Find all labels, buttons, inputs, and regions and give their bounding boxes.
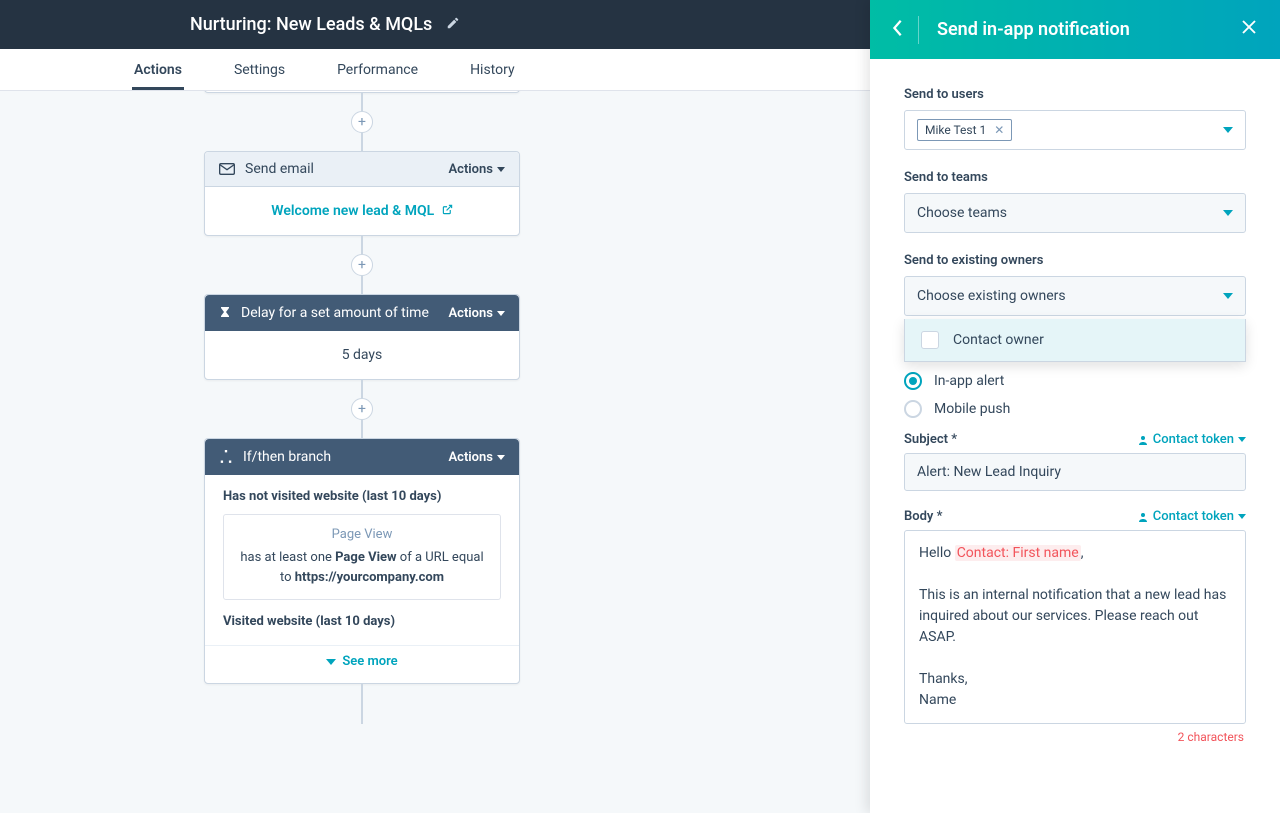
- owners-option-contact-owner[interactable]: Contact owner: [905, 319, 1245, 361]
- character-count: 2 characters: [904, 730, 1246, 744]
- card-branch-title: If/then branch: [243, 449, 331, 465]
- person-icon: [1137, 434, 1149, 446]
- add-step-button-3[interactable]: +: [351, 398, 373, 420]
- checkbox-icon[interactable]: [921, 331, 939, 349]
- caret-down-icon: [1223, 210, 1233, 216]
- subject-contact-token[interactable]: Contact token: [1137, 432, 1246, 447]
- branch-condition-2-title: Visited website (last 10 days): [223, 614, 501, 629]
- branch-condition-1-title: Has not visited website (last 10 days): [223, 489, 501, 504]
- card-delay-actions[interactable]: Actions: [448, 306, 505, 321]
- caret-down-icon: [1223, 293, 1233, 299]
- radio-icon: [904, 400, 922, 418]
- radio-icon-checked: [904, 372, 922, 390]
- radio-mobile-push[interactable]: Mobile push: [904, 400, 1246, 418]
- tab-performance[interactable]: Performance: [311, 49, 444, 90]
- card-branch-actions[interactable]: Actions: [448, 450, 505, 465]
- subject-input[interactable]: [904, 453, 1246, 491]
- add-step-button-2[interactable]: +: [351, 254, 373, 276]
- email-icon: [219, 163, 235, 175]
- back-button[interactable]: [892, 19, 904, 41]
- radio-in-app-alert[interactable]: In-app alert: [904, 372, 1246, 390]
- panel-title: Send in-app notification: [937, 19, 1240, 40]
- card-branch-header: If/then branch Actions: [205, 439, 519, 475]
- body-label: Body *: [904, 509, 942, 524]
- hourglass-icon: [219, 306, 231, 320]
- tab-actions[interactable]: Actions: [108, 49, 208, 90]
- card-send-email-actions[interactable]: Actions: [448, 162, 505, 177]
- body-token-chip: Contact: First name: [955, 545, 1081, 561]
- card-delay-header: Delay for a set amount of time Actions: [205, 295, 519, 331]
- add-step-button-1[interactable]: +: [351, 111, 373, 133]
- card-send-email[interactable]: Send email Actions Welcome new lead & MQ…: [204, 151, 520, 236]
- email-link[interactable]: Welcome new lead & MQL: [271, 203, 452, 219]
- external-link-icon: [442, 205, 453, 218]
- send-to-users-label: Send to users: [904, 87, 1246, 102]
- chevron-down-icon: [326, 659, 336, 665]
- person-icon: [1137, 511, 1149, 523]
- card-branch[interactable]: If/then branch Actions Has not visited w…: [204, 438, 520, 684]
- workflow-title: Nurturing: New Leads & MQLs: [190, 14, 432, 35]
- delay-value: 5 days: [342, 347, 383, 363]
- subject-label: Subject *: [904, 432, 957, 447]
- owners-dropdown: Contact owner: [904, 319, 1246, 362]
- see-more-button[interactable]: See more: [205, 646, 519, 683]
- remove-chip-icon[interactable]: ✕: [994, 123, 1004, 137]
- side-panel: Send in-app notification Send to users M…: [870, 0, 1280, 813]
- user-chip: Mike Test 1 ✕: [917, 119, 1012, 141]
- caret-down-icon: [1223, 127, 1233, 133]
- card-send-email-title: Send email: [245, 161, 314, 177]
- card-delay[interactable]: Delay for a set amount of time Actions 5…: [204, 294, 520, 380]
- branch-icon: [219, 450, 233, 464]
- tab-settings[interactable]: Settings: [208, 49, 311, 90]
- send-to-users-select[interactable]: Mike Test 1 ✕: [904, 110, 1246, 150]
- edit-title-icon[interactable]: [446, 15, 460, 34]
- panel-header: Send in-app notification: [870, 0, 1280, 59]
- tab-history[interactable]: History: [444, 49, 541, 90]
- send-to-teams-select[interactable]: Choose teams: [904, 193, 1246, 233]
- send-to-owners-label: Send to existing owners: [904, 253, 1246, 268]
- body-editor[interactable]: Hello Contact: First name, This is an in…: [904, 530, 1246, 724]
- send-to-teams-label: Send to teams: [904, 170, 1246, 185]
- card-send-email-header: Send email Actions: [205, 152, 519, 187]
- body-contact-token[interactable]: Contact token: [1137, 509, 1246, 524]
- branch-condition-1-box: Page View has at least one Page View of …: [223, 514, 501, 600]
- workflow-canvas[interactable]: + Send email Actions Welcome new lead & …: [0, 91, 870, 813]
- send-to-owners-select[interactable]: Choose existing owners: [904, 276, 1246, 316]
- card-delay-title: Delay for a set amount of time: [241, 305, 429, 321]
- page-view-criteria: has at least one Page View of a URL equa…: [238, 548, 486, 587]
- page-view-label: Page View: [238, 527, 486, 542]
- close-button[interactable]: [1240, 17, 1258, 42]
